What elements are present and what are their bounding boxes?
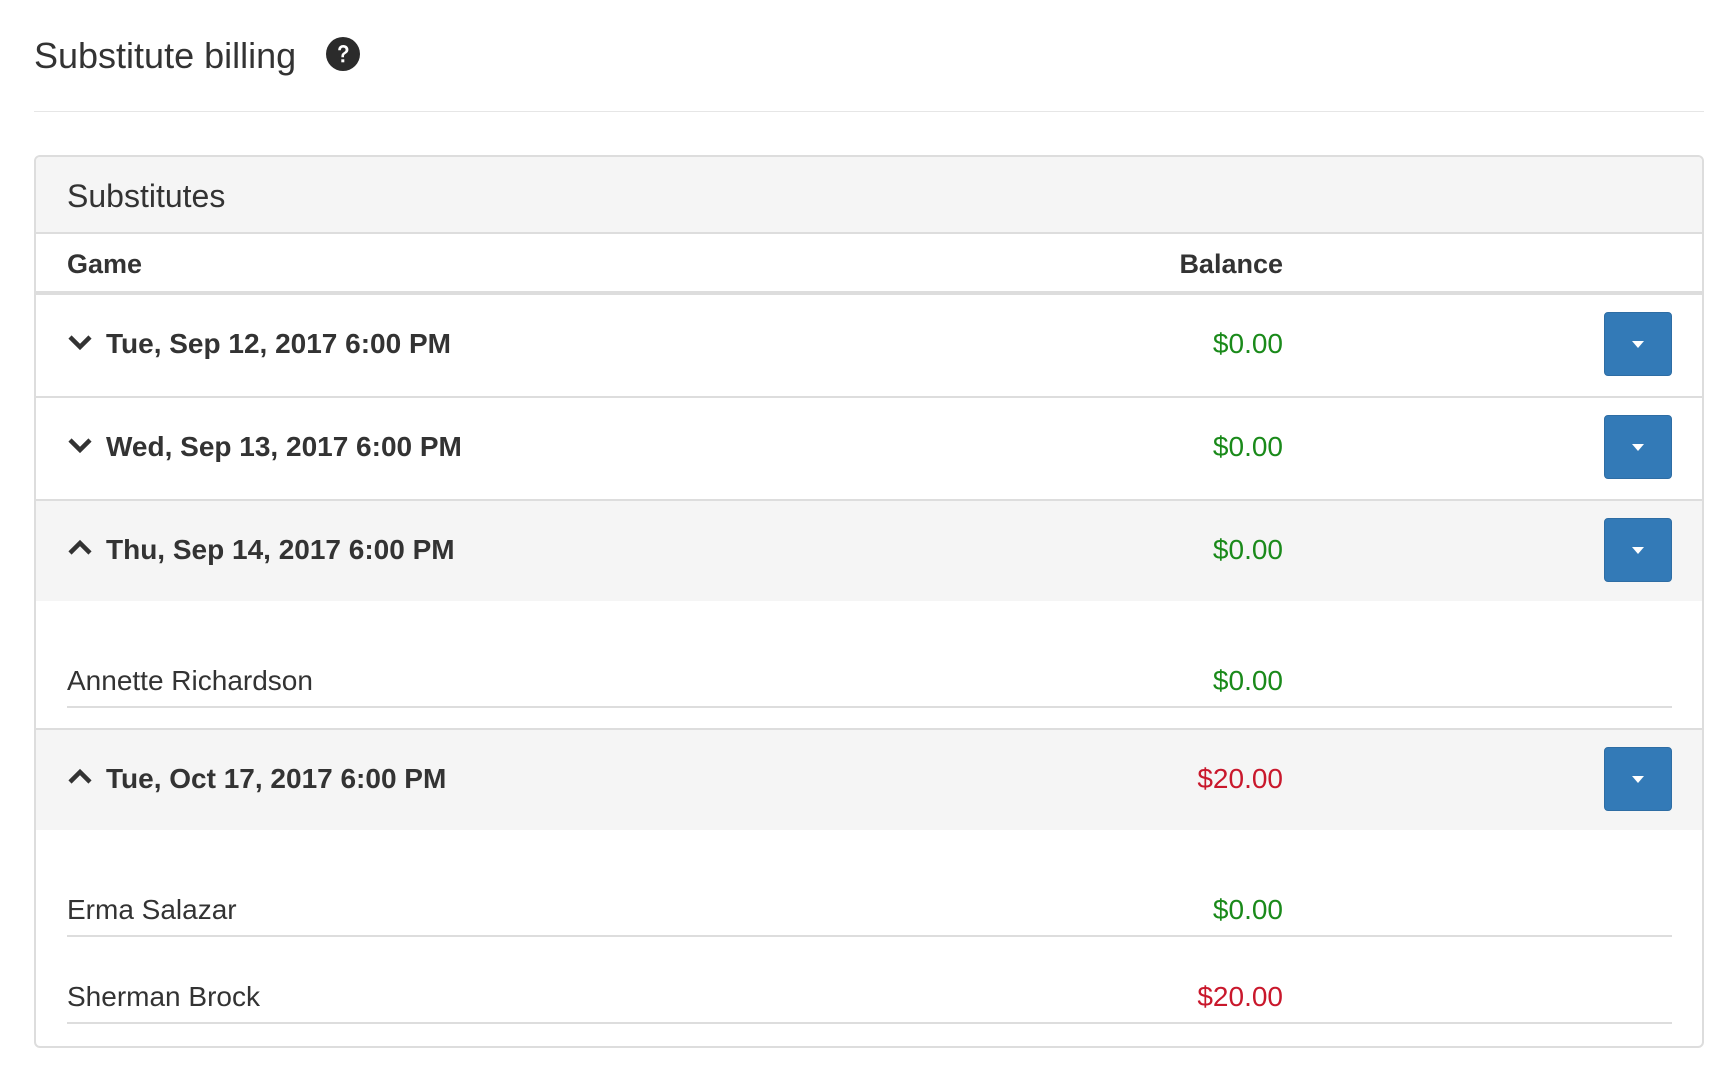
game-balance: $0.00 — [1212, 328, 1283, 359]
chevron-up-icon[interactable] — [67, 535, 93, 561]
table-header: Game Balance — [36, 234, 1702, 295]
game-actions-dropdown-button[interactable] — [1604, 747, 1672, 811]
game-row: Wed, Sep 13, 2017 6:00 PM $0.00 — [36, 398, 1702, 501]
caret-down-icon — [1632, 547, 1644, 554]
substitute-balance: $20.00 — [1197, 981, 1283, 1012]
panel-heading: Substitutes — [36, 157, 1702, 234]
game-balance: $20.00 — [1197, 763, 1283, 794]
chevron-down-icon[interactable] — [67, 329, 93, 355]
game-date[interactable]: Thu, Sep 14, 2017 6:00 PM — [106, 533, 455, 567]
substitute-balance: $0.00 — [1212, 665, 1283, 696]
substitute-name: Annette Richardson — [67, 665, 313, 696]
chevron-down-icon[interactable] — [67, 432, 93, 458]
game-row: Tue, Sep 12, 2017 6:00 PM $0.00 — [36, 295, 1702, 398]
game-row: Tue, Oct 17, 2017 6:00 PM $20.00 Erma Sa… — [36, 730, 1702, 1046]
substitute-name: Sherman Brock — [67, 981, 260, 1012]
game-date[interactable]: Tue, Sep 12, 2017 6:00 PM — [106, 327, 451, 361]
game-header[interactable]: Wed, Sep 13, 2017 6:00 PM $0.00 — [36, 398, 1702, 498]
game-date[interactable]: Tue, Oct 17, 2017 6:00 PM — [106, 762, 446, 796]
game-actions-dropdown-button[interactable] — [1604, 518, 1672, 582]
column-header-game: Game — [67, 249, 143, 279]
game-header[interactable]: Tue, Sep 12, 2017 6:00 PM $0.00 — [36, 295, 1702, 395]
game-balance: $0.00 — [1212, 431, 1283, 462]
substitute-name: Erma Salazar — [67, 894, 237, 925]
column-header-balance: Balance — [1179, 249, 1283, 279]
page-header: Substitute billing — [34, 28, 1704, 112]
caret-down-icon — [1632, 444, 1644, 451]
panel-title: Substitutes — [67, 178, 226, 214]
substitutes-panel: Substitutes Game Balance Tue, Sep 12, 20… — [34, 155, 1704, 1048]
game-actions-dropdown-button[interactable] — [1604, 312, 1672, 376]
caret-down-icon — [1632, 341, 1644, 348]
page-title: Substitute billing — [34, 35, 297, 76]
game-header[interactable]: Thu, Sep 14, 2017 6:00 PM $0.00 — [36, 501, 1702, 601]
game-balance: $0.00 — [1212, 534, 1283, 565]
chevron-up-icon[interactable] — [67, 764, 93, 790]
substitute-row: Erma Salazar $0.00 — [67, 877, 1672, 937]
caret-down-icon — [1632, 776, 1644, 783]
game-date[interactable]: Wed, Sep 13, 2017 6:00 PM — [106, 430, 462, 464]
substitute-row: Annette Richardson $0.00 — [67, 648, 1672, 708]
game-row: Thu, Sep 14, 2017 6:00 PM $0.00 Annette … — [36, 501, 1702, 730]
substitute-row: Sherman Brock $20.00 — [67, 964, 1672, 1024]
game-header[interactable]: Tue, Oct 17, 2017 6:00 PM $20.00 — [36, 730, 1702, 830]
question-circle-icon[interactable] — [325, 36, 361, 72]
substitute-balance: $0.00 — [1212, 894, 1283, 925]
game-actions-dropdown-button[interactable] — [1604, 415, 1672, 479]
